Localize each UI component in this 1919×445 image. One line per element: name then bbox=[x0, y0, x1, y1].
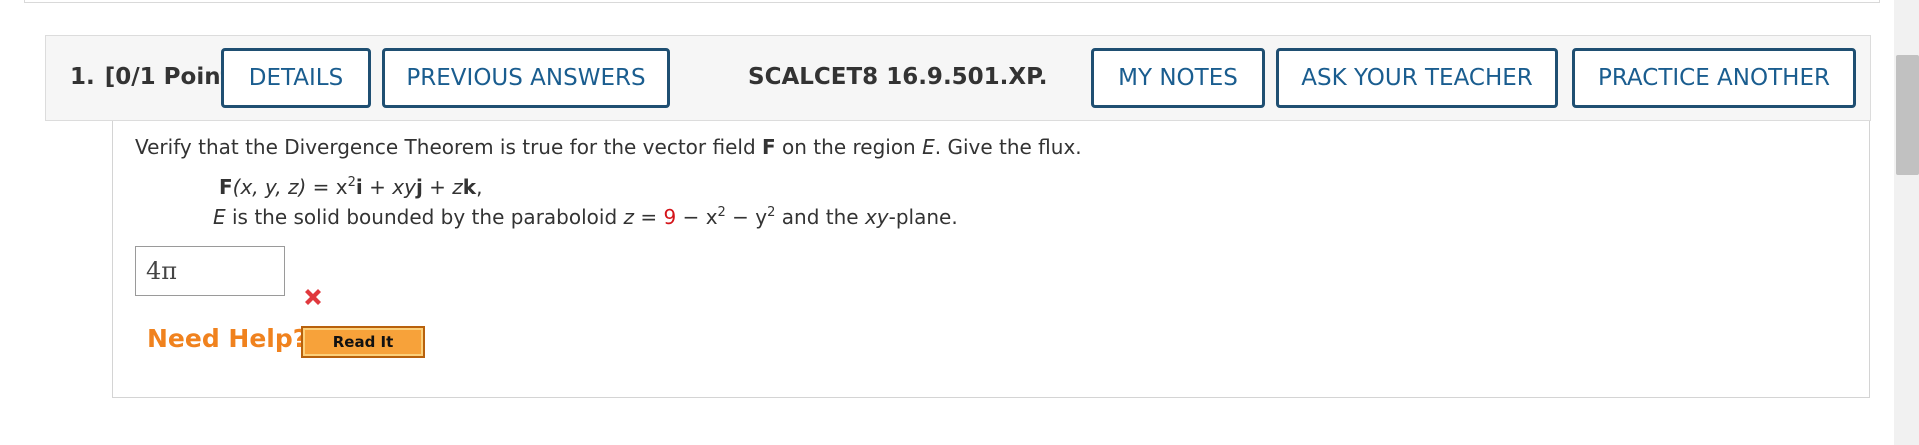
region-description: E is the solid bounded by the paraboloid… bbox=[213, 205, 958, 229]
x-mark-icon bbox=[305, 289, 321, 305]
ask-your-teacher-button[interactable]: ASK YOUR TEACHER bbox=[1276, 48, 1558, 108]
read-it-button[interactable]: Read It bbox=[301, 326, 425, 358]
answer-input[interactable]: 4π bbox=[135, 246, 285, 296]
scrollbar-thumb[interactable] bbox=[1896, 55, 1919, 175]
previous-question-card bbox=[24, 0, 1880, 3]
vector-field-equation: F(x, y, z) = x2i + xyj + zk, bbox=[219, 175, 483, 199]
highlighted-number: 9 bbox=[663, 205, 677, 229]
details-button[interactable]: DETAILS bbox=[221, 48, 371, 108]
question-body: Verify that the Divergence Theorem is tr… bbox=[112, 121, 1870, 398]
previous-answers-button[interactable]: PREVIOUS ANSWERS bbox=[382, 48, 670, 108]
my-notes-button[interactable]: MY NOTES bbox=[1091, 48, 1265, 108]
practice-another-button[interactable]: PRACTICE ANOTHER bbox=[1572, 48, 1856, 108]
question-header: 1. [0/1 Points] DETAILS PREVIOUS ANSWERS … bbox=[45, 35, 1871, 121]
question-prompt: Verify that the Divergence Theorem is tr… bbox=[135, 135, 1082, 159]
need-help-label: Need Help? bbox=[147, 324, 308, 353]
question-code: SCALCET8 16.9.501.XP. bbox=[748, 64, 1048, 90]
